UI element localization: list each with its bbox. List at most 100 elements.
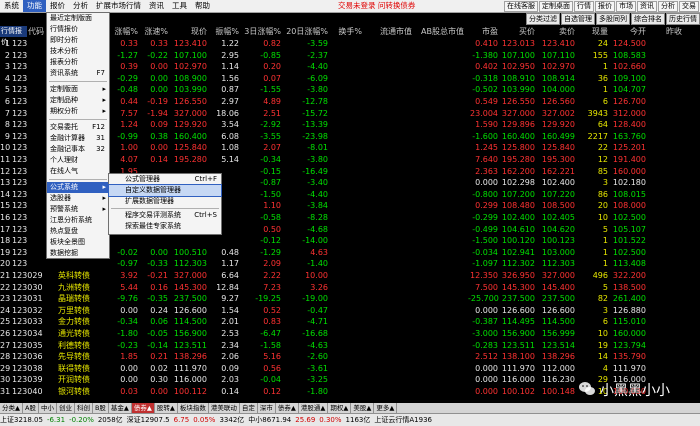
report-button[interactable]: 报价	[595, 0, 615, 12]
market-tab[interactable]: 港美联动	[209, 403, 240, 413]
formula-submenu-item[interactable]: 探索最佳专家系统	[109, 221, 221, 232]
table-row[interactable]: 21 123029 英科转债 3.92 -0.21 327.000 6.64 2.22 10.0…	[0, 270, 700, 282]
col-header-turnover[interactable]: 换手%	[334, 26, 362, 37]
ranking-button[interactable]: 综合排名	[631, 13, 665, 25]
col-header-open[interactable]: 今开	[616, 26, 646, 37]
market-tab[interactable]: 科创	[75, 403, 93, 413]
cell-ask: 108.500	[541, 201, 575, 211]
cell-bid: 162.200	[501, 166, 535, 176]
function-menu-item[interactable]: 数据挖掘	[47, 248, 109, 259]
function-menu-item[interactable]: 行情报价	[47, 24, 109, 35]
menu-tools[interactable]: 工具	[168, 0, 191, 12]
function-menu-item[interactable]: 江恩分析系统	[47, 215, 109, 226]
col-header-speed[interactable]: 涨速%	[140, 26, 168, 37]
formula-submenu-item[interactable]: 公式管理器 Ctrl+F	[109, 174, 221, 185]
market-tab[interactable]: 港股通▲	[299, 403, 329, 413]
news-button[interactable]: 资讯	[637, 0, 657, 12]
function-menu-item[interactable]: 即时分析	[47, 35, 109, 46]
col-header-price[interactable]: 现价	[175, 26, 207, 37]
col-header-amplitude[interactable]: 振幅%	[212, 26, 239, 37]
function-menu-item[interactable]: 期权分析 ▸	[47, 106, 109, 117]
market-tab[interactable]: 深市	[258, 403, 276, 413]
market-tab[interactable]: 更多▲	[374, 403, 398, 413]
watchlist-manage-button[interactable]: 自选管理	[561, 13, 595, 25]
function-menu-item[interactable]: 定制品种 ▸	[47, 95, 109, 106]
function-menu-item[interactable]: 技术分析	[47, 46, 109, 57]
custom-desktop-button[interactable]: 定制桌面	[539, 0, 573, 12]
col-header-volume[interactable]: 现量	[580, 26, 608, 37]
table-row[interactable]: 29 123038 联得转债 0.00 0.02 111.970 0.09 0.56 -3.61…	[0, 363, 700, 375]
menu-news[interactable]: 资讯	[145, 0, 168, 12]
status-item: 中小8671.94	[248, 416, 292, 424]
function-menu-item[interactable]: 个人理财	[47, 155, 109, 166]
function-menu-item[interactable]: 公式系统 ▸	[47, 182, 109, 193]
table-row[interactable]: 23 123031 晶瑞转债 -9.76 -0.35 237.500 9.27 -19.25 -…	[0, 293, 700, 305]
market-tab[interactable]: A股	[23, 403, 39, 413]
cell-ask: 114.500	[541, 317, 575, 327]
market-button[interactable]: 市场	[616, 0, 636, 12]
trade-button[interactable]: 交易	[679, 0, 699, 12]
menu-system[interactable]: 系统	[0, 0, 23, 12]
function-menu-item[interactable]: 资讯系统 F7	[47, 68, 109, 79]
menu-analysis[interactable]: 分析	[69, 0, 92, 12]
col-header-prev-close[interactable]: 昨收	[652, 26, 682, 37]
market-tab[interactable]: 分类▲	[0, 403, 23, 413]
cell-bid: 103.990	[501, 85, 535, 95]
col-header-ask[interactable]: 卖价	[545, 26, 575, 37]
col-header-bid[interactable]: 买价	[505, 26, 535, 37]
market-tab[interactable]: 基金▲	[109, 403, 132, 413]
function-menu-item[interactable]: 最近定制版面	[47, 13, 109, 24]
market-tab[interactable]: 债券▲	[131, 403, 155, 413]
function-menu-item[interactable]: 热点复盘	[47, 226, 109, 237]
table-row[interactable]: 22 123030 九洲转债 5.44 0.16 145.300 12.84 7.23 3.26…	[0, 282, 700, 294]
side-tab-quote[interactable]: 行情报价	[0, 26, 27, 46]
online-service-button[interactable]: 在线客服	[504, 0, 538, 12]
table-row[interactable]: 24 123032 万里转债 0.00 0.24 126.600 1.54 0.52 -0.47…	[0, 305, 700, 317]
multi-stock-button[interactable]: 多股同列	[596, 13, 630, 25]
function-menu-item[interactable]: 选股器 ▸	[47, 193, 109, 204]
quote-button[interactable]: 行情	[574, 0, 594, 12]
table-row[interactable]: 20 123 -0.97 -0.33 112.303 1.17 2.09 -1.40 -1.09…	[0, 258, 700, 270]
market-tab[interactable]: 债券▲	[276, 403, 299, 413]
function-menu-item[interactable]: 金融计算器 31	[47, 133, 109, 144]
table-row[interactable]: 26 123034 通光转债 -1.80 -0.05 156.900 2.53 -6.47 -1…	[0, 328, 700, 340]
history-quote-button[interactable]: 历史行情	[666, 13, 700, 25]
col-header-pe[interactable]: 市盈	[468, 26, 498, 37]
table-row[interactable]: 27 123035 利德转债 -0.23 -0.14 123.511 2.34 -1.58 -4…	[0, 340, 700, 352]
function-menu-item[interactable]: 金融记事本 32	[47, 144, 109, 155]
menu-help[interactable]: 帮助	[191, 0, 214, 12]
function-menu-item[interactable]: 预警系统 ▸	[47, 204, 109, 215]
cell-bid: 100.102	[501, 387, 535, 396]
function-menu-item[interactable]: 板块全景图	[47, 237, 109, 248]
function-menu-item[interactable]: 定制版面 ▸	[47, 84, 109, 95]
menu-function[interactable]: 功能	[23, 0, 46, 12]
formula-submenu-item[interactable]: 扩展数据管理器	[109, 196, 221, 207]
table-row[interactable]: 25 123033 金力转债 -0.34 0.06 114.500 2.01 0.83 -4.7…	[0, 316, 700, 328]
category-filter-button[interactable]: 分类过滤	[526, 13, 560, 25]
cell-vol: 85	[597, 166, 608, 176]
function-menu-item[interactable]: 报表分析	[47, 57, 109, 68]
market-tab[interactable]: B股	[93, 403, 109, 413]
menu-extended-market[interactable]: 扩展市场行情	[92, 0, 145, 12]
col-header-change[interactable]: 涨幅%	[110, 26, 138, 37]
market-tab[interactable]: 期权▲	[328, 403, 352, 413]
market-tab[interactable]: 板块指数	[178, 403, 209, 413]
formula-submenu-item[interactable]: 自定义数据管理器	[108, 184, 222, 197]
col-header-3day[interactable]: 3日涨幅%	[241, 26, 281, 37]
function-menu-item[interactable]: 在线人气	[47, 166, 109, 177]
col-header-total-cap[interactable]: AB股总市值	[414, 26, 464, 37]
market-tab[interactable]: 中小	[39, 403, 57, 413]
analysis-button[interactable]: 分析	[658, 0, 678, 12]
col-header-20day[interactable]: 20日涨幅%	[284, 26, 328, 37]
menu-quote[interactable]: 报价	[46, 0, 69, 12]
market-tab[interactable]: 自定	[240, 403, 258, 413]
market-tab[interactable]: 美股▲	[351, 403, 375, 413]
market-tab[interactable]: 股转▲	[155, 403, 178, 413]
table-row[interactable]: 28 123036 先导转债 1.85 0.21 138.296 2.06 5.16 -2.60…	[0, 351, 700, 363]
col-header-float-cap[interactable]: 流通市值	[368, 26, 412, 37]
market-tab[interactable]: 创业	[57, 403, 75, 413]
function-menu-item[interactable]: 交易委托 F12	[47, 122, 109, 133]
formula-submenu-item[interactable]: 程序交易评测系统 Ctrl+S	[109, 210, 221, 221]
col-header-code[interactable]: 代码	[28, 26, 48, 37]
row-number: 31	[0, 387, 11, 396]
